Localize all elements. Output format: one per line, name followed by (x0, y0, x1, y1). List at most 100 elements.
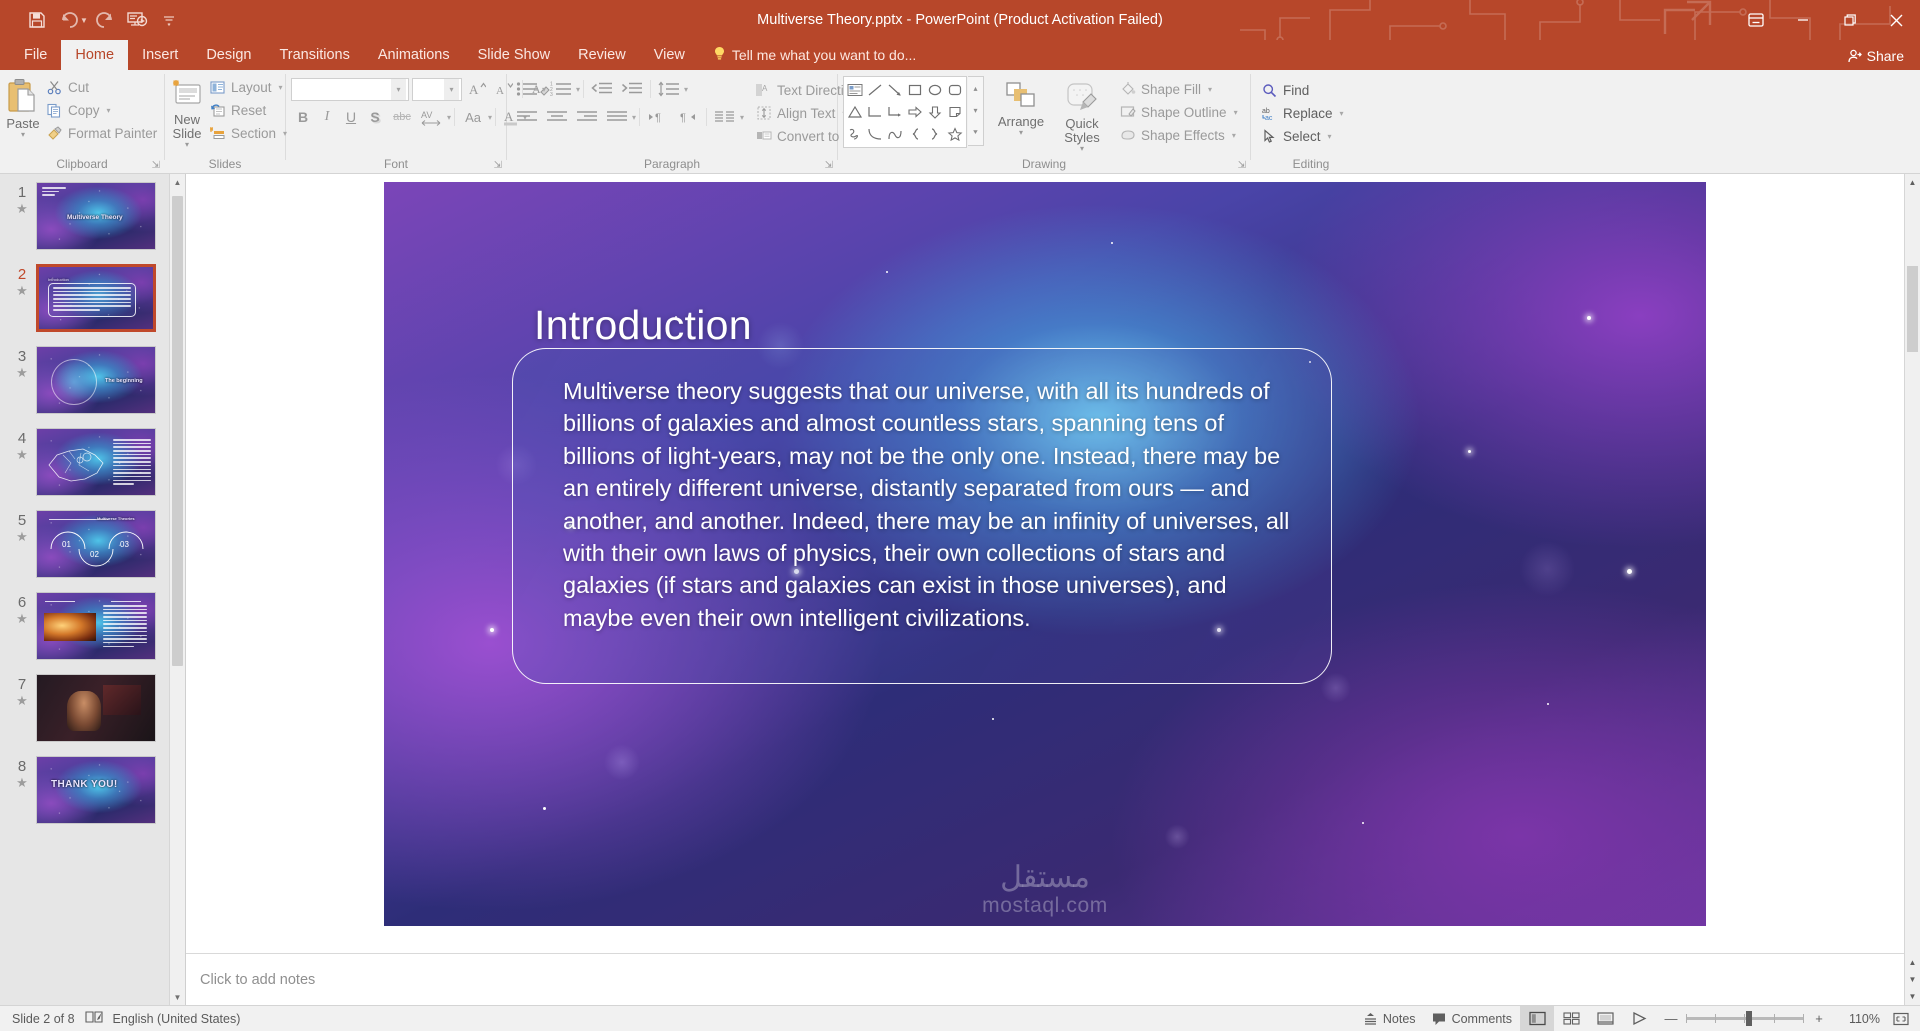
bullets-icon[interactable] (512, 77, 542, 101)
zoom-slider[interactable] (1686, 1011, 1804, 1026)
normal-view-button[interactable] (1520, 1005, 1554, 1031)
slide-thumbnail-5[interactable]: 5 ★ Multiverse Theories 01 02 03 (0, 510, 185, 592)
slide-sorter-view-button[interactable] (1554, 1006, 1588, 1031)
font-dialog-launcher-icon[interactable]: ⇲ (494, 158, 502, 173)
numbering-icon[interactable]: 123 (546, 77, 576, 101)
slide-show-view-button[interactable] (1622, 1006, 1656, 1031)
thumbnail-image[interactable] (36, 428, 156, 496)
thumbnail-image[interactable]: Multiverse Theories 01 02 03 (36, 510, 156, 578)
spelling-icon[interactable] (84, 1010, 103, 1027)
columns-caret-icon[interactable]: ▾ (740, 113, 744, 122)
drawing-dialog-launcher-icon[interactable]: ⇲ (1238, 158, 1246, 173)
scroll-up-icon[interactable]: ▲ (1905, 174, 1920, 191)
justify-icon[interactable] (602, 105, 632, 129)
shape-effects-dropdown-icon[interactable]: ▾ (1232, 131, 1236, 140)
new-slide-button[interactable]: New Slide ▾ (170, 74, 204, 149)
layout-button[interactable]: Layout ▾ (204, 76, 292, 98)
minimize-icon[interactable] (1779, 0, 1826, 40)
shape-triangle-icon[interactable] (845, 101, 865, 123)
ribbon-display-options-icon[interactable] (1732, 0, 1779, 40)
align-right-icon[interactable] (572, 105, 602, 129)
numbering-dropdown-icon[interactable]: ▾ (576, 85, 580, 94)
layout-dropdown-icon[interactable]: ▾ (279, 83, 283, 92)
arrange-dropdown-icon[interactable]: ▾ (1019, 129, 1023, 137)
tab-animations[interactable]: Animations (364, 40, 464, 70)
tab-transitions[interactable]: Transitions (265, 40, 363, 70)
cut-button[interactable]: Cut (41, 76, 162, 98)
start-slideshow-icon[interactable] (122, 6, 152, 34)
find-button[interactable]: Find (1256, 79, 1349, 101)
slide-thumbnail-pane[interactable]: 1 ★ Multiverse Theory 2 ★ Introduction 3… (0, 174, 186, 1005)
strikethrough-icon[interactable]: abc (387, 105, 417, 129)
slide-vertical-scrollbar[interactable]: ▲ ▲ ▼ ▼ (1904, 174, 1920, 1005)
thumbnail-scroll-up-icon[interactable]: ▲ (170, 174, 185, 190)
columns-dropdown-icon[interactable]: ▾ (632, 113, 636, 122)
shape-arc-icon[interactable] (885, 123, 905, 145)
line-spacing-icon[interactable] (654, 77, 684, 101)
customize-qat-icon[interactable] (154, 6, 184, 34)
shape-arrow-icon[interactable] (885, 79, 905, 101)
shape-elbow-connector-icon[interactable] (865, 101, 885, 123)
scroll-down-icon[interactable]: ▼ (1905, 988, 1920, 1005)
shape-textbox-icon[interactable] (845, 79, 865, 101)
tab-home[interactable]: Home (61, 40, 129, 70)
thumbnail-image[interactable] (36, 674, 156, 742)
replace-button[interactable]: ab ac Replace ▾ (1256, 102, 1349, 124)
font-size-input[interactable]: ▾ (412, 77, 462, 101)
ltr-text-direction-icon[interactable]: ¶ (643, 105, 673, 129)
zoom-slider-handle[interactable] (1746, 1011, 1752, 1026)
slide-thumbnail-7[interactable]: 7 ★ (0, 674, 185, 756)
shape-elbow-arrow-icon[interactable] (885, 101, 905, 123)
tell-me-search[interactable]: Tell me what you want to do... (699, 40, 916, 70)
slide-thumbnail-3[interactable]: 3 ★ The beginning (0, 346, 185, 428)
zoom-out-icon[interactable]: — (1664, 1011, 1678, 1026)
shape-down-arrow-icon[interactable] (925, 101, 945, 123)
increase-indent-icon[interactable] (617, 77, 647, 101)
shape-folded-corner-icon[interactable] (945, 101, 965, 123)
section-button[interactable]: Section ▾ (204, 122, 292, 144)
shape-oval-icon[interactable] (925, 79, 945, 101)
increase-font-size-icon[interactable]: A (465, 77, 489, 101)
slide-thumbnail-4[interactable]: 4 ★ (0, 428, 185, 510)
replace-dropdown-icon[interactable]: ▾ (1340, 109, 1344, 118)
thumbnail-scroll-down-icon[interactable]: ▼ (170, 989, 185, 1005)
tab-file[interactable]: File (10, 40, 61, 70)
shape-fill-dropdown-icon[interactable]: ▾ (1208, 85, 1212, 94)
shape-left-brace-icon[interactable] (905, 123, 925, 145)
columns-icon[interactable] (710, 105, 740, 129)
text-shadow-icon[interactable]: S (363, 105, 387, 129)
select-dropdown-icon[interactable]: ▾ (1328, 132, 1332, 141)
shapes-gallery[interactable]: ▴ ▾ ⯆ (843, 76, 984, 148)
font-name-dropdown-icon[interactable]: ▾ (391, 78, 406, 100)
thumbnail-image[interactable] (36, 592, 156, 660)
thumbnail-image[interactable]: Introduction (36, 264, 156, 332)
tab-insert[interactable]: Insert (128, 40, 192, 70)
close-icon[interactable] (1873, 0, 1920, 40)
select-button[interactable]: Select ▾ (1256, 125, 1349, 147)
tab-design[interactable]: Design (192, 40, 265, 70)
quick-styles-dropdown-icon[interactable]: ▾ (1080, 145, 1084, 153)
font-size-dropdown-icon[interactable]: ▾ (444, 78, 459, 100)
slide-thumbnail-6[interactable]: 6 ★ (0, 592, 185, 674)
shape-right-brace-icon[interactable] (925, 123, 945, 145)
slide-body-textbox[interactable]: Multiverse theory suggests that our univ… (512, 348, 1332, 684)
tab-view[interactable]: View (640, 40, 699, 70)
shape-line-icon[interactable] (865, 79, 885, 101)
shape-rectangle-icon[interactable] (905, 79, 925, 101)
slide-thumbnail-2[interactable]: 2 ★ Introduction (0, 264, 185, 346)
tab-slide-show[interactable]: Slide Show (464, 40, 565, 70)
character-spacing-dropdown-icon[interactable]: ▾ (447, 113, 451, 122)
shape-fill-button[interactable]: Shape Fill ▾ (1114, 78, 1243, 100)
shape-effects-button[interactable]: Shape Effects ▾ (1114, 124, 1243, 146)
redo-icon[interactable] (90, 6, 120, 34)
italic-icon[interactable]: I (315, 105, 339, 129)
paste-button[interactable]: Paste ▾ (5, 74, 41, 139)
save-icon[interactable] (22, 6, 52, 34)
slide-title[interactable]: Introduction (534, 302, 752, 349)
change-case-icon[interactable]: Aa (458, 105, 488, 129)
scroll-handle[interactable] (1907, 266, 1918, 352)
change-case-dropdown-icon[interactable]: ▾ (488, 113, 492, 122)
copy-dropdown-icon[interactable]: ▾ (107, 106, 111, 115)
shape-rounded-rectangle-icon[interactable] (945, 79, 965, 101)
align-left-icon[interactable] (512, 105, 542, 129)
